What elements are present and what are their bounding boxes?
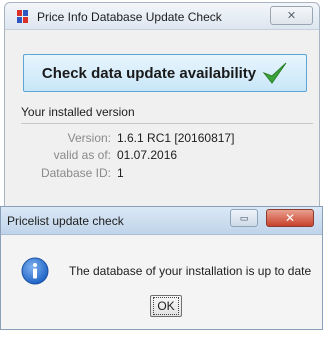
check-update-label: Check data update availability: [41, 64, 257, 82]
installed-version-heading: Your installed version: [21, 105, 135, 119]
version-key: Version:: [67, 131, 111, 145]
ok-button[interactable]: OK: [150, 295, 182, 317]
dialog-message: The database of your installation is up …: [69, 264, 312, 278]
close-icon: ✕: [286, 10, 297, 22]
ok-label: OK: [153, 297, 179, 315]
app-icon: [17, 10, 28, 23]
close-button[interactable]: ✕: [270, 6, 313, 25]
database-id-key: Database ID:: [40, 166, 111, 180]
dialog-close-button[interactable]: ✕: [266, 209, 314, 227]
restore-icon: ▭: [239, 212, 249, 223]
window-titlebar[interactable]: Price Info Database Update Check ✕: [5, 3, 319, 30]
info-icon: [21, 257, 49, 285]
divider: [21, 123, 313, 124]
update-check-window: Price Info Database Update Check ✕ Check…: [4, 2, 320, 214]
database-id-value: 1: [117, 166, 124, 180]
check-update-button[interactable]: Check data update availability: [23, 54, 307, 92]
close-icon: ✕: [284, 211, 296, 225]
restore-button[interactable]: ▭: [230, 209, 258, 227]
window-title: Price Info Database Update Check: [37, 10, 222, 24]
dialog-titlebar[interactable]: Pricelist update check ▭ ✕: [1, 207, 322, 235]
dialog-title: Pricelist update check: [7, 214, 124, 228]
valid-as-of-key: valid as of:: [53, 148, 111, 162]
pricelist-update-dialog: Pricelist update check ▭ ✕ The database …: [0, 206, 323, 330]
version-value: 1.6.1 RC1 [20160817]: [117, 131, 235, 145]
checkmark-icon: [262, 62, 287, 84]
valid-as-of-value: 01.07.2016: [117, 148, 178, 162]
